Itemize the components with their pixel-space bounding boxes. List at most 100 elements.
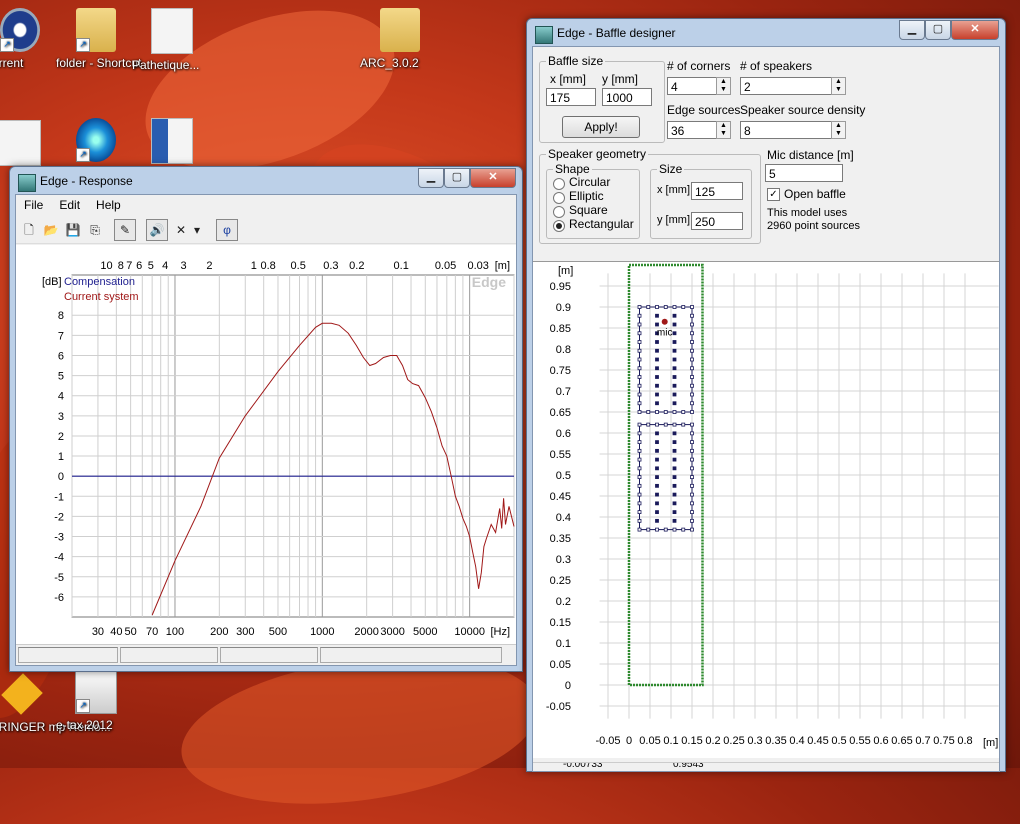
speaker-source-point — [637, 440, 642, 445]
desktop-icon-pathetique[interactable]: Pathetique... — [132, 8, 212, 72]
menu-help[interactable]: Help — [88, 195, 129, 215]
x-tick-label: 0.1 — [663, 735, 678, 747]
radio-elliptic[interactable] — [553, 192, 565, 204]
desktop-icon-etax[interactable]: ↗ e-tax 2012 — [56, 668, 136, 732]
phase-icon[interactable]: φ — [216, 219, 238, 241]
y-tick-label: 0.8 — [556, 344, 571, 356]
y-tick-label: 3 — [58, 411, 64, 423]
x-tick-label: 0.35 — [765, 735, 786, 747]
close-button[interactable]: ✕ — [951, 20, 999, 40]
baffle-plot[interactable]: -0.05 0 0.05 0.1 0.15 0.2 0.25 0.3 0.35 0.4 0.45 0.… — [533, 261, 999, 758]
apply-button[interactable]: Apply! — [562, 116, 640, 138]
speakers-field[interactable]: 2 — [740, 77, 832, 95]
open-icon[interactable]: 📂 — [40, 219, 62, 241]
speaker-source-point — [655, 440, 659, 445]
speaker-source-point — [672, 410, 677, 414]
size-y-field[interactable]: 250 — [691, 212, 743, 230]
desktop-icon-itunes[interactable]: ↗ — [56, 118, 136, 166]
maximize-button[interactable]: ▢ — [925, 20, 951, 40]
speaker-source-point — [655, 375, 659, 379]
x-tick-label: 0.45 — [807, 735, 828, 747]
save-icon[interactable]: 💾 — [62, 219, 84, 241]
legend-current-system: Current system — [64, 291, 139, 303]
baffle-x-field[interactable]: 175 — [546, 88, 596, 106]
x-tick-label: 0.4 — [789, 735, 804, 747]
speaker-source-point — [672, 483, 677, 488]
x-tick-label: 0.6 — [873, 735, 888, 747]
speaker-source-point — [655, 475, 659, 480]
speaker-source-point — [690, 305, 694, 309]
x-tick-label: 500 — [269, 626, 287, 638]
desktop-icon-label: Pathetique... — [132, 58, 200, 72]
speaker-source-point — [663, 410, 668, 414]
radio-rectangular[interactable] — [553, 220, 565, 232]
top-axis-label: [m] — [495, 260, 510, 272]
corners-spinner[interactable]: ▲ ▼ — [716, 77, 731, 95]
speakers-spinner[interactable]: ▲ ▼ — [831, 77, 846, 95]
baffle-titlebar[interactable]: Edge - Baffle designer ▁ ▢ ✕ — [527, 19, 1005, 47]
x-tick-label: 70 — [146, 626, 158, 638]
mic-distance-field[interactable]: 5 — [765, 164, 843, 182]
desktop-icon-folder-shortcut[interactable]: ↗ folder - Shortcut — [56, 8, 141, 70]
y-tick-label: 6 — [58, 350, 64, 362]
document-icon — [151, 8, 193, 54]
size-x-field[interactable]: 125 — [691, 182, 743, 200]
radio-circular[interactable] — [553, 178, 565, 190]
edge-sources-field[interactable]: 36 — [667, 121, 717, 139]
speaker-source-point — [690, 527, 694, 532]
menu-file[interactable]: File — [16, 195, 51, 215]
x-tick-label: 0.5 — [831, 735, 846, 747]
status-cell — [18, 647, 118, 663]
corners-field[interactable]: 4 — [667, 77, 717, 95]
y-tick-label: -6 — [54, 592, 64, 604]
mic-label: mic — [657, 328, 673, 339]
speaker-density-field[interactable]: 8 — [740, 121, 832, 139]
close-button[interactable]: ✕ — [470, 168, 516, 188]
speaker-source-point — [681, 410, 686, 414]
maximize-button[interactable]: ▢ — [444, 168, 470, 188]
minimize-button[interactable]: ▁ — [899, 20, 925, 40]
desktop-icon-bittorrent[interactable]: ↗ itTorrent — [0, 8, 60, 70]
edge-sources-spinner[interactable]: ▲ ▼ — [716, 121, 731, 139]
new-icon[interactable]: 🗋 — [18, 219, 40, 241]
speaker-source-point — [690, 448, 694, 453]
edge-watermark: Edge — [472, 274, 506, 290]
speaker-source-point — [637, 475, 642, 480]
response-titlebar[interactable]: Edge - Response ▁ ▢ ✕ — [10, 167, 522, 195]
response-chart[interactable]: 10 8 7 6 5 4 3 2 1 0.8 0.5 0.3 0.2 0.1 0.05 0.03 [m]8765… — [16, 245, 516, 645]
radio-square[interactable] — [553, 206, 565, 218]
status-y-value: 0.9543 — [673, 762, 704, 770]
y-tick-label: 0.05 — [550, 659, 571, 671]
speaker-source-point — [672, 510, 677, 515]
baffle-status-bar: -0.00733 0.9543 — [533, 762, 999, 771]
open-baffle-checkbox[interactable]: ✓ — [767, 188, 780, 201]
mic-marker[interactable] — [661, 318, 668, 325]
dropdown-icon[interactable]: ▾ — [190, 219, 204, 241]
baffle-client: Baffle size x [mm] y [mm] 175 1000 Apply… — [532, 46, 1000, 772]
minimize-button[interactable]: ▁ — [418, 168, 444, 188]
speaker-source-point — [655, 410, 659, 414]
menu-edit[interactable]: Edit — [51, 195, 88, 215]
speaker-source-point — [690, 322, 694, 327]
app-icon — [535, 26, 553, 44]
speaker-source-point — [655, 492, 659, 497]
desktop-icon-arc[interactable]: ARC_3.0.2 — [360, 8, 440, 70]
y-tick-label: 0.15 — [550, 617, 571, 629]
pencil-icon[interactable]: ✎ — [114, 219, 136, 241]
desktop-icon-word[interactable] — [132, 118, 212, 168]
speaker-source-point — [681, 422, 686, 427]
desktop-icon-behringer[interactable]: EHRINGER mp Remo... — [0, 672, 111, 734]
x-tick-label: 50 — [125, 626, 137, 638]
shape-label: Circular — [569, 175, 611, 189]
speaker-density-spinner[interactable]: ▲ ▼ — [831, 121, 846, 139]
baffle-y-field[interactable]: 1000 — [602, 88, 652, 106]
copy-icon[interactable]: ⎘ — [84, 219, 106, 241]
speaker-source-point — [655, 392, 659, 397]
desktop-icon-document[interactable] — [0, 120, 60, 170]
x-tick-label: 100 — [166, 626, 184, 638]
delete-icon[interactable]: ✕ — [170, 219, 192, 241]
top-tick-label: 2 — [206, 260, 212, 272]
speaker-icon[interactable]: 🔊 — [146, 219, 168, 241]
x-tick-label: 0.75 — [933, 735, 954, 747]
speaker-source-point — [637, 366, 642, 371]
